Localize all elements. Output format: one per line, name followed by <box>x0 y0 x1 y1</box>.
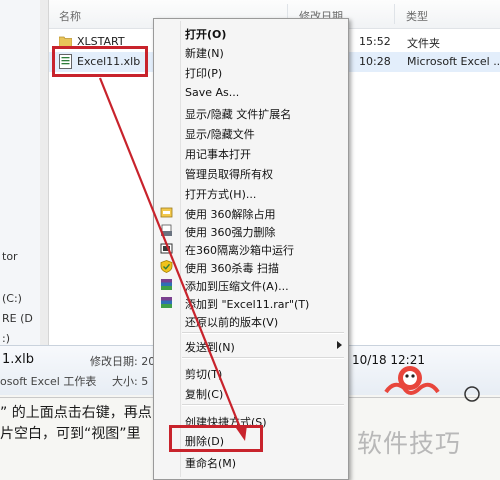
unlock-icon <box>160 207 173 218</box>
highlight-box-file <box>52 46 148 77</box>
details-size: 大小: 5 <box>112 375 149 388</box>
details-modified: 修改日期: 20 <box>90 355 156 368</box>
archive-icon <box>161 297 172 308</box>
menu-item-open[interactable]: 打开(O) <box>185 26 226 42</box>
details-filename: 1.xlb <box>2 352 34 367</box>
article-line: 片空白，可到“视图”里 <box>0 426 141 442</box>
menu-item-toggle-extension[interactable]: 显示/隐藏 文件扩展名 <box>185 106 291 122</box>
details-file-type: osoft Excel 工作表 <box>0 375 97 388</box>
menu-gutter <box>180 21 181 477</box>
mascot-logo <box>384 366 480 402</box>
navigation-pane: tor (C:) RE (D :) <box>0 0 41 345</box>
file-type: 文件夹 <box>407 37 440 50</box>
menu-item-restore-versions[interactable]: 还原以前的版本(V) <box>185 314 278 330</box>
nav-item-drive-d[interactable]: RE (D <box>2 312 33 325</box>
nav-item-drive-c[interactable]: (C:) <box>2 292 22 305</box>
file-date: 10:28 <box>359 55 391 68</box>
menu-item-send-to[interactable]: 发送到(N) <box>185 339 235 355</box>
menu-separator <box>182 332 344 334</box>
menu-item-take-ownership[interactable]: 管理员取得所有权 <box>185 166 273 182</box>
menu-item-360-unlock[interactable]: 使用 360解除占用 <box>185 206 276 222</box>
watermark-text: 软件技巧 <box>357 429 462 458</box>
column-header-name[interactable]: 名称 <box>59 8 81 24</box>
context-menu: 打开(O) 新建(N) 打印(P) Save As... 显示/隐藏 文件扩展名… <box>153 18 349 480</box>
menu-item-add-to-archive[interactable]: 添加到压缩文件(A)... <box>185 278 289 294</box>
archive-icon <box>161 279 172 290</box>
menu-item-open-notepad[interactable]: 用记事本打开 <box>185 146 251 162</box>
menu-item-cut[interactable]: 剪切(T) <box>185 366 222 382</box>
article-line: ” 的上面点击右键，再点 <box>0 405 152 421</box>
menu-item-360-antivirus[interactable]: 使用 360杀毒 扫描 <box>185 260 279 276</box>
menu-separator <box>182 357 344 359</box>
menu-item-360-sandbox[interactable]: 在360隔离沙箱中运行 <box>185 242 294 258</box>
menu-item-360-force-delete[interactable]: 使用 360强力删除 <box>185 224 276 240</box>
antivirus-shield-icon <box>160 260 173 273</box>
file-type: Microsoft Excel ... <box>407 55 500 68</box>
menu-item-save-as[interactable]: Save As... <box>185 86 239 99</box>
nav-item[interactable]: tor <box>2 250 18 263</box>
submenu-arrow-icon <box>337 341 342 349</box>
menu-separator <box>182 404 344 406</box>
column-header-type[interactable]: 类型 <box>406 8 428 24</box>
menu-item-copy[interactable]: 复制(C) <box>185 386 223 402</box>
nav-item-drive[interactable]: :) <box>2 332 10 345</box>
menu-item-open-with[interactable]: 打开方式(H)... <box>185 186 256 202</box>
column-separator[interactable] <box>394 4 395 24</box>
highlight-box-delete <box>169 425 263 452</box>
shredder-icon <box>161 224 172 236</box>
menu-item-print[interactable]: 打印(P) <box>185 65 222 81</box>
menu-item-add-to-rar[interactable]: 添加到 "Excel11.rar"(T) <box>185 296 309 312</box>
sandbox-icon <box>160 243 173 254</box>
menu-item-rename[interactable]: 重命名(M) <box>185 455 236 471</box>
nav-scrollbar[interactable] <box>40 0 49 345</box>
menu-item-toggle-hidden[interactable]: 显示/隐藏文件 <box>185 126 255 142</box>
menu-item-new[interactable]: 新建(N) <box>185 45 224 61</box>
file-date: 15:52 <box>359 35 391 48</box>
